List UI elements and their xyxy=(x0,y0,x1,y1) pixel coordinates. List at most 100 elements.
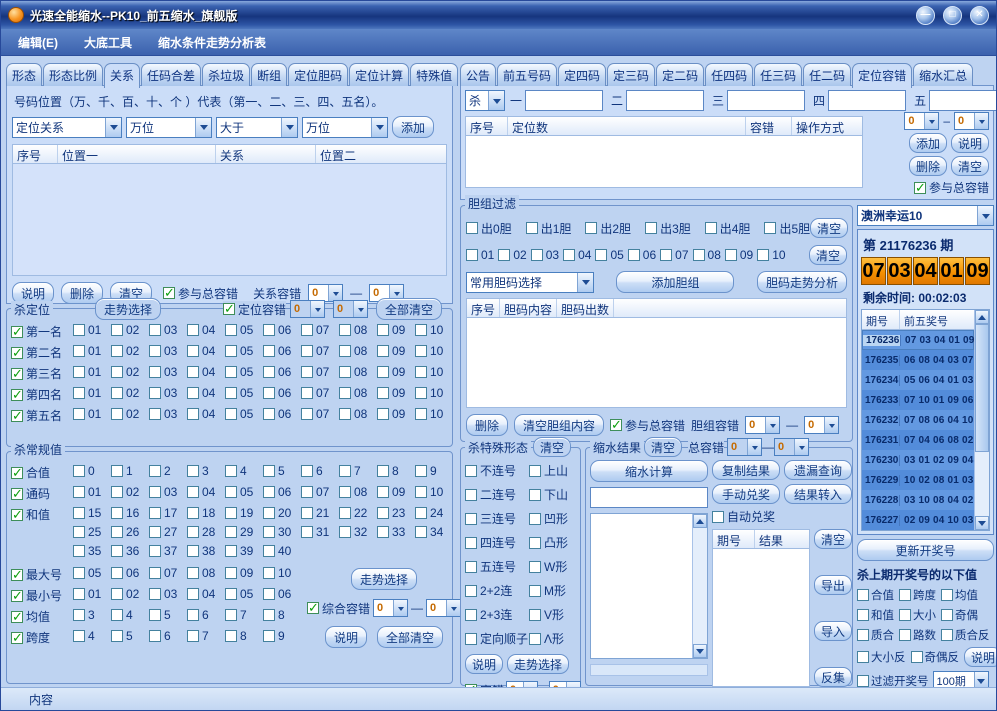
checkbox-10[interactable]: 10 xyxy=(415,407,453,421)
operator-select[interactable]: 大于 xyxy=(216,117,298,138)
checkbox-2+2连[interactable]: 2+2连 xyxy=(465,582,529,599)
checkbox-6[interactable]: 6 xyxy=(149,629,187,643)
checkbox-第五名[interactable]: 第五名 xyxy=(11,407,73,424)
checkbox-02[interactable]: 02 xyxy=(111,485,149,499)
checkbox-8[interactable]: 8 xyxy=(225,629,263,643)
checkbox-06[interactable]: 06 xyxy=(263,344,301,358)
history-row-176228[interactable]: 17622803 10 08 04 02 xyxy=(862,490,974,510)
checkbox-04[interactable]: 04 xyxy=(187,407,225,421)
history-row-176232[interactable]: 17623207 08 06 04 10 xyxy=(862,410,974,430)
checkbox-10[interactable]: 10 xyxy=(263,566,301,580)
checkbox-01[interactable]: 01 xyxy=(73,587,111,601)
checkbox-奇偶反[interactable]: 奇偶反 xyxy=(911,649,960,665)
checkbox-出0胆[interactable]: 出0胆 xyxy=(466,220,512,237)
checkbox-09[interactable]: 09 xyxy=(377,485,415,499)
chevron-down-icon[interactable] xyxy=(924,113,938,129)
special-clear-button[interactable]: 清空 xyxy=(533,437,571,457)
chevron-down-icon[interactable] xyxy=(195,118,211,137)
checkbox-五连号[interactable]: 五连号 xyxy=(465,558,529,575)
checkbox-跨度[interactable]: 跨度 xyxy=(11,629,73,646)
checkbox-06[interactable]: 06 xyxy=(263,386,301,400)
checkbox-27[interactable]: 27 xyxy=(149,525,187,539)
checkbox-6[interactable]: 6 xyxy=(187,608,225,622)
result-tolerance-from-select[interactable]: 0 xyxy=(727,438,762,456)
checkbox-第一名[interactable]: 第一名 xyxy=(11,323,73,340)
checkbox-17[interactable]: 17 xyxy=(149,506,187,520)
pt-help-button[interactable]: 说明 xyxy=(951,133,989,153)
checkbox-04[interactable]: 04 xyxy=(563,248,591,262)
checkbox-08[interactable]: 08 xyxy=(339,485,377,499)
kill-regular-trend-button[interactable]: 走势选择 xyxy=(351,568,417,590)
checkbox-18[interactable]: 18 xyxy=(187,506,225,520)
shrink-calc-button[interactable]: 缩水计算 xyxy=(590,460,708,482)
checkbox-第二名[interactable]: 第二名 xyxy=(11,344,73,361)
checkbox-10[interactable]: 10 xyxy=(415,344,453,358)
checkbox-08[interactable]: 08 xyxy=(339,386,377,400)
checkbox-M形[interactable]: M形 xyxy=(529,582,576,599)
checkbox-上山[interactable]: 上山 xyxy=(529,462,576,479)
tab-公告[interactable]: 公告 xyxy=(460,63,496,86)
button-导出[interactable]: 导出 xyxy=(814,575,852,595)
checkbox-08[interactable]: 08 xyxy=(187,566,225,580)
pt-tolerance-to-select[interactable]: 0 xyxy=(954,112,989,130)
checkbox-39[interactable]: 39 xyxy=(225,544,263,558)
result-input[interactable] xyxy=(590,487,708,508)
position-input-四[interactable] xyxy=(828,90,906,111)
relation-table-body[interactable] xyxy=(12,164,447,276)
manual-check-button[interactable]: 手动兑奖 xyxy=(712,484,780,504)
history-row-176227[interactable]: 17622702 09 04 10 03 xyxy=(862,510,974,530)
checkbox-02[interactable]: 02 xyxy=(111,386,149,400)
dan-table-body[interactable] xyxy=(466,318,847,408)
checkbox-10[interactable]: 10 xyxy=(757,248,785,262)
checkbox-09[interactable]: 09 xyxy=(377,386,415,400)
checkbox-01[interactable]: 01 xyxy=(73,323,111,337)
checkbox-05[interactable]: 05 xyxy=(225,386,263,400)
tab-定位容错[interactable]: 定位容错 xyxy=(852,63,912,88)
checkbox-5[interactable]: 5 xyxy=(263,464,301,478)
copy-result-button[interactable]: 复制结果 xyxy=(712,460,780,480)
checkbox-质合反[interactable]: 质合反 xyxy=(941,627,990,643)
checkbox-05[interactable]: 05 xyxy=(225,407,263,421)
checkbox-21[interactable]: 21 xyxy=(301,506,339,520)
chevron-down-icon[interactable] xyxy=(371,118,387,137)
checkbox-出3胆[interactable]: 出3胆 xyxy=(645,220,691,237)
checkbox-08[interactable]: 08 xyxy=(339,344,377,358)
dan-clear-row2-button[interactable]: 清空 xyxy=(809,245,847,265)
combined-tolerance-checkbox[interactable]: 综合容错 xyxy=(307,600,370,617)
checkbox-均值[interactable]: 均值 xyxy=(941,587,978,603)
checkbox-合值[interactable]: 合值 xyxy=(857,587,894,603)
checkbox-质合[interactable]: 质合 xyxy=(857,627,894,643)
checkbox-1[interactable]: 1 xyxy=(111,464,149,478)
tab-任二码[interactable]: 任二码 xyxy=(803,63,851,86)
dan-clear-row1-button[interactable]: 清空 xyxy=(810,218,848,238)
checkbox-4[interactable]: 4 xyxy=(111,608,149,622)
position-one-select[interactable]: 万位 xyxy=(126,117,212,138)
result-clear-button[interactable]: 清空 xyxy=(644,437,682,457)
checkbox-01[interactable]: 01 xyxy=(73,407,111,421)
checkbox-07[interactable]: 07 xyxy=(301,407,339,421)
checkbox-7[interactable]: 7 xyxy=(225,608,263,622)
tab-定二码[interactable]: 定二码 xyxy=(656,63,704,86)
checkbox-09[interactable]: 09 xyxy=(377,344,415,358)
checkbox-03[interactable]: 03 xyxy=(149,344,187,358)
tab-杀垃圾[interactable]: 杀垃圾 xyxy=(202,63,250,86)
checkbox-05[interactable]: 05 xyxy=(225,365,263,379)
checkbox-01[interactable]: 01 xyxy=(73,386,111,400)
tab-断组[interactable]: 断组 xyxy=(251,63,287,86)
add-dan-group-button[interactable]: 添加胆组 xyxy=(616,271,734,293)
combined-tolerance-from-select[interactable]: 0 xyxy=(373,599,408,617)
kill-mode-select[interactable]: 杀 xyxy=(465,90,505,111)
checkbox-7[interactable]: 7 xyxy=(339,464,377,478)
checkbox-05[interactable]: 05 xyxy=(73,566,111,580)
menu-编辑(E)[interactable]: 编辑(E) xyxy=(5,34,71,51)
checkbox-01[interactable]: 01 xyxy=(73,344,111,358)
dan-delete-button[interactable]: 删除 xyxy=(466,414,508,436)
pt-tolerance-from-select[interactable]: 0 xyxy=(904,112,939,130)
scroll-up-icon[interactable] xyxy=(693,514,707,528)
checkbox-29[interactable]: 29 xyxy=(225,525,263,539)
kill-position-trend-button[interactable]: 走势选择 xyxy=(95,298,161,320)
checkbox-31[interactable]: 31 xyxy=(301,525,339,539)
checkbox-均值[interactable]: 均值 xyxy=(11,608,73,625)
position-tolerance-table-body[interactable] xyxy=(465,136,863,188)
checkbox-出5胆[interactable]: 出5胆 xyxy=(764,220,810,237)
